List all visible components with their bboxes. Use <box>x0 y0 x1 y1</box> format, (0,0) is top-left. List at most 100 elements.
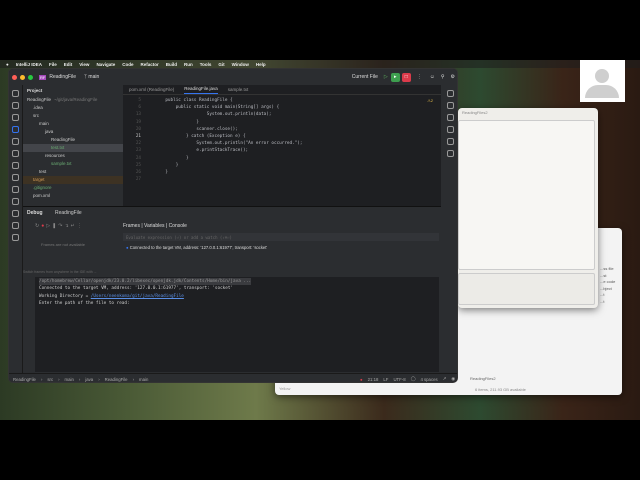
code-line: 23 e.printStackTrace(); <box>135 148 249 154</box>
menu-app[interactable]: IntelliJ IDEA <box>16 62 42 67</box>
profiler-icon[interactable] <box>12 186 19 193</box>
problems-icon[interactable] <box>12 222 19 229</box>
working-dir-link[interactable]: /Users/neenkoma/git/java/ReadingFile <box>91 294 184 299</box>
menu-file[interactable]: File <box>49 62 57 67</box>
debug-tool-icon[interactable] <box>12 162 19 169</box>
tree-item[interactable]: resources <box>23 152 123 160</box>
terminal-icon[interactable] <box>12 210 19 217</box>
tree-item[interactable]: src <box>23 112 123 120</box>
project-tree: ReadingFile ~/git/java/ReadingFile .idea sr… <box>23 96 123 200</box>
database-icon[interactable] <box>446 114 454 121</box>
debug-tab[interactable]: Debug <box>27 210 43 216</box>
warning-count[interactable]: ⚠2 <box>427 98 433 103</box>
apple-icon[interactable]: ● <box>6 62 9 67</box>
caret-position[interactable]: 21:18 <box>368 377 379 382</box>
evaluate-expression-input[interactable]: Evaluate expression (⏎) or add a watch (… <box>123 233 439 241</box>
encoding[interactable]: UTF-8 <box>393 377 405 382</box>
tree-item[interactable]: .gitignore <box>23 184 123 192</box>
build-icon[interactable] <box>12 174 19 181</box>
tab-pom-xml[interactable]: pom.xml (ReadingFile) <box>129 87 174 92</box>
debug-subtabs[interactable]: Frames | Variables | Console <box>123 223 187 229</box>
git-icon[interactable] <box>12 234 19 241</box>
code-line: 13 System.out.println(data); <box>135 112 272 118</box>
breadcrumb[interactable]: java <box>85 377 93 382</box>
code-lines: 5 public class ReadingFile {6 public sta… <box>123 95 441 183</box>
run-config-selector[interactable]: Current File <box>352 74 378 80</box>
minimize-button[interactable] <box>20 74 25 80</box>
plugin-icon[interactable] <box>12 114 19 121</box>
services-icon[interactable] <box>12 150 19 157</box>
connected-message: ● Connected to the target VM, address: '… <box>126 245 268 250</box>
tree-item[interactable]: pom.xml <box>23 192 123 200</box>
stop-button[interactable]: □ <box>401 72 411 82</box>
code-line: 20 scanner.close(); <box>135 126 238 132</box>
maven-icon[interactable] <box>446 150 454 157</box>
close-button[interactable] <box>12 74 17 80</box>
menu-code[interactable]: Code <box>122 62 133 67</box>
structure-icon[interactable] <box>12 138 19 145</box>
debug-toolbar[interactable]: ↻●▷❚↷↴↵⋮ <box>35 223 84 229</box>
tree-item[interactable]: .idea <box>23 104 123 112</box>
indent-setting[interactable]: 4 spaces <box>420 377 437 382</box>
readonly-icon[interactable]: ◯ <box>411 376 416 382</box>
webcam-placeholder <box>580 60 625 102</box>
menu-window[interactable]: Window <box>232 62 249 67</box>
input-area[interactable] <box>458 273 595 305</box>
menu-run[interactable]: Run <box>184 62 193 67</box>
debug-resume-button[interactable]: ▸ <box>390 72 400 82</box>
line-separator[interactable]: LF <box>383 377 388 382</box>
menu-view[interactable]: View <box>79 62 89 67</box>
breadcrumb[interactable]: ReadingFile <box>13 377 36 382</box>
run-tool-icon[interactable] <box>12 198 19 205</box>
menu-navigate[interactable]: Navigate <box>96 62 115 67</box>
tree-item[interactable]: target <box>23 176 123 184</box>
azure-icon[interactable] <box>12 126 19 133</box>
menu-help[interactable]: Help <box>256 62 266 67</box>
gradle-icon[interactable] <box>446 138 454 145</box>
tree-item[interactable]: main <box>23 120 123 128</box>
session-tab[interactable]: ReadingFile <box>55 210 82 216</box>
inspection-icon[interactable]: ◉ <box>451 376 455 382</box>
tree-item[interactable]: test <box>23 168 123 176</box>
tree-item[interactable]: java <box>23 128 123 136</box>
more-icon[interactable]: ⋮ <box>417 74 422 80</box>
vcs-icon[interactable]: ↗ <box>443 376 447 382</box>
menu-build[interactable]: Build <box>166 62 177 67</box>
tab-readingfile-java[interactable]: ReadingFile.java <box>184 86 218 94</box>
account-icon[interactable]: ☺ <box>430 74 435 80</box>
zoom-button[interactable] <box>28 74 33 80</box>
text-window-title: ReadingFiles2 <box>462 110 488 115</box>
tree-item[interactable]: test.txt <box>23 144 123 152</box>
console-output[interactable]: /opt/homebrew/Cellar/openjdk/23.0.2/libe… <box>35 277 439 372</box>
tree-item[interactable]: sample.txt <box>23 160 123 168</box>
search-icon[interactable]: ⚲ <box>441 74 445 80</box>
code-editor[interactable]: pom.xml (ReadingFile) ReadingFile.java s… <box>123 85 441 206</box>
breakpoint-icon[interactable]: ● <box>360 377 363 382</box>
breadcrumb[interactable]: src <box>47 377 53 382</box>
ai-icon[interactable] <box>446 102 454 109</box>
menu-tools[interactable]: Tools <box>200 62 212 67</box>
run-icon[interactable]: ▷ <box>384 74 388 80</box>
frames-empty-text: Frames are not available <box>41 242 86 247</box>
text-area[interactable] <box>458 120 595 270</box>
gear-icon[interactable]: ⚙ <box>451 74 455 80</box>
project-selector[interactable]: ReadingFile <box>49 74 76 80</box>
text-window[interactable]: ReadingFiles2 <box>458 108 598 308</box>
breadcrumb[interactable]: main <box>139 377 148 382</box>
breadcrumb[interactable]: ReadingFile <box>105 377 128 382</box>
project-panel-title[interactable]: Project <box>23 85 123 96</box>
tab-sample-txt[interactable]: sample.txt <box>228 87 249 92</box>
breadcrumb[interactable]: main <box>65 377 74 382</box>
notifications-icon[interactable] <box>446 90 454 97</box>
finder-sidebar-tag[interactable]: Yellow <box>279 386 290 391</box>
tree-item[interactable]: ReadingFile <box>23 136 123 144</box>
tree-item[interactable]: ReadingFile ~/git/java/ReadingFile <box>23 96 123 104</box>
branch-selector[interactable]: ᛉ main <box>84 74 99 80</box>
folder-icon[interactable] <box>12 90 19 97</box>
commit-icon[interactable] <box>12 102 19 109</box>
copilot-icon[interactable] <box>446 126 454 133</box>
code-line: 27 <box>135 177 141 183</box>
menu-edit[interactable]: Edit <box>64 62 73 67</box>
menu-refactor[interactable]: Refactor <box>140 62 158 67</box>
menu-git[interactable]: Git <box>218 62 224 67</box>
